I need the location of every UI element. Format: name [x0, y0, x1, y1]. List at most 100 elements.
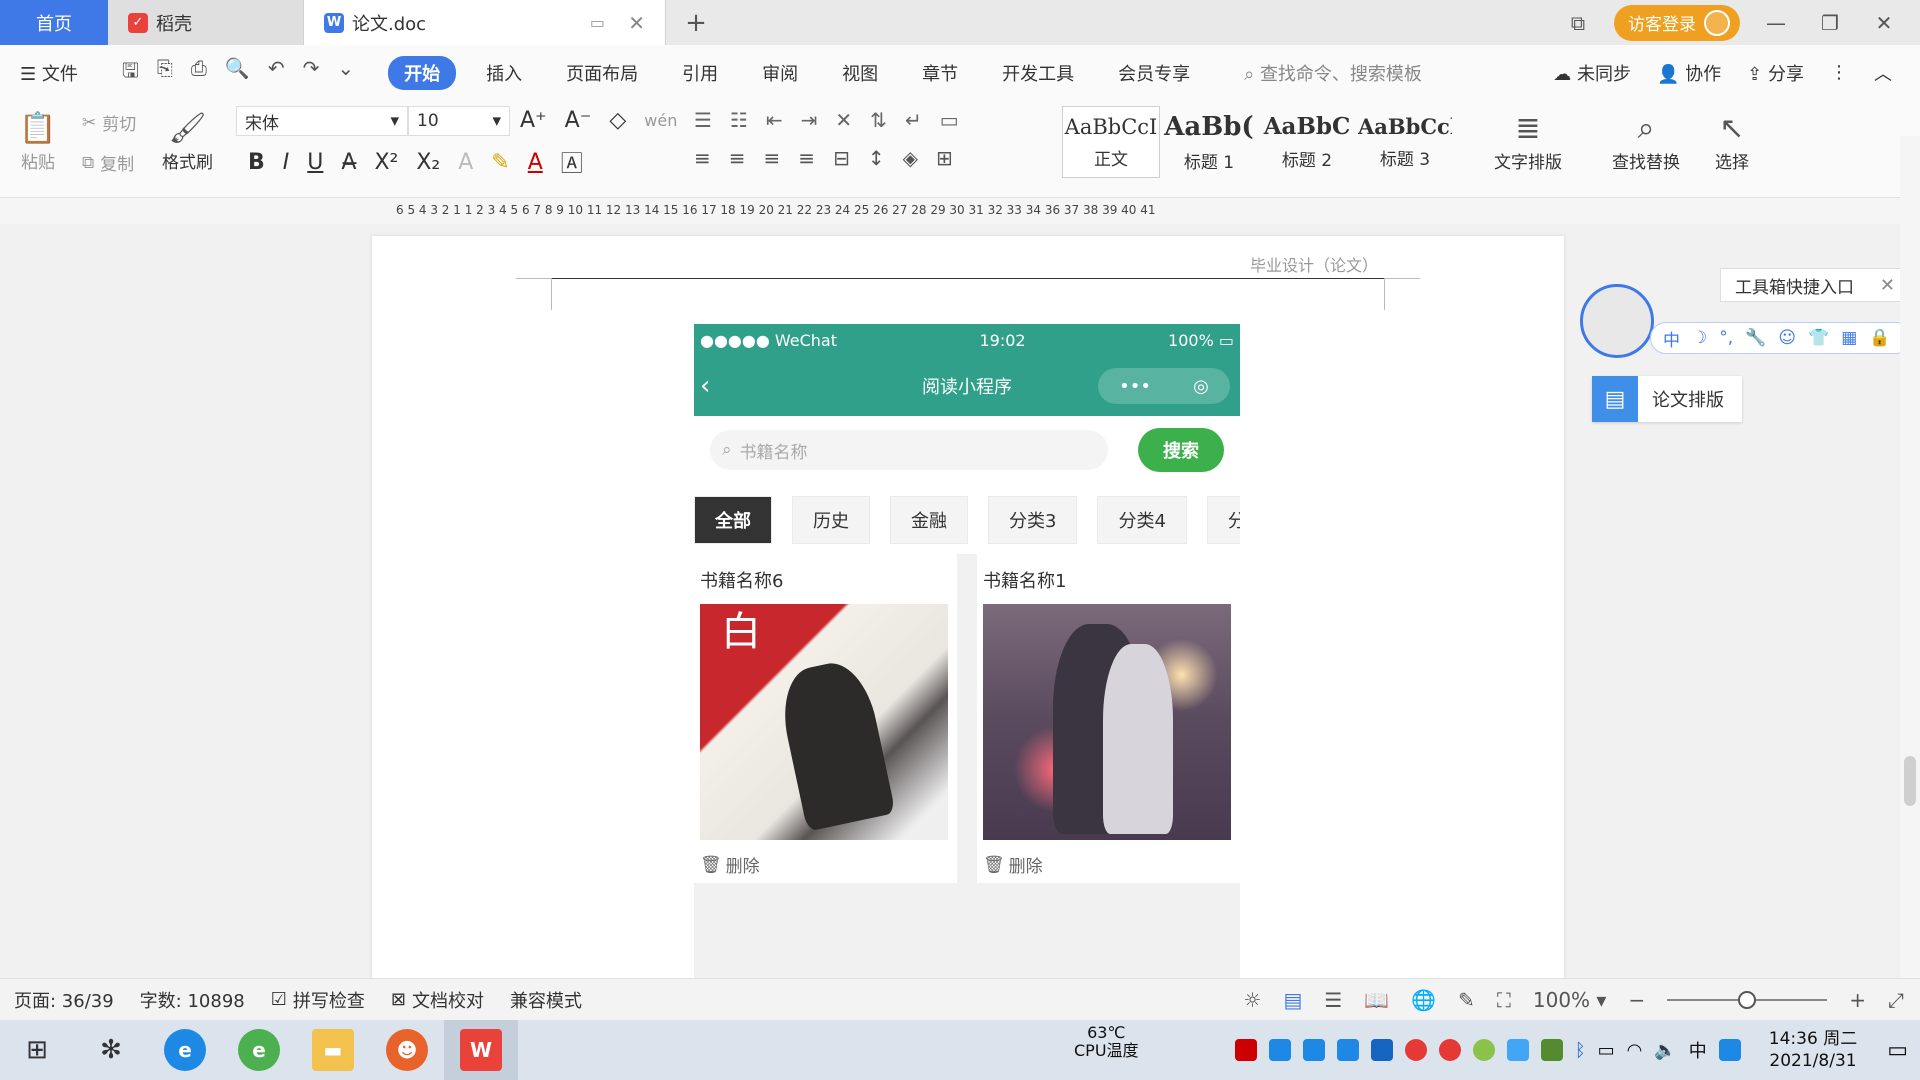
- paper-layout-button[interactable]: ▤ 论文排版: [1592, 376, 1742, 422]
- zoom-in-icon[interactable]: +: [1849, 988, 1866, 1012]
- zoom-slider[interactable]: [1667, 990, 1828, 1009]
- taskbar-wps[interactable]: W: [444, 1020, 518, 1080]
- borders-icon[interactable]: ⊞: [936, 146, 953, 170]
- qq-icon[interactable]: [1404, 1039, 1427, 1061]
- style-heading-2[interactable]: AaBbC 标题 2: [1258, 106, 1356, 178]
- clock[interactable]: 14:36 周二 2021/8/31: [1769, 1028, 1857, 1072]
- new-tab-button[interactable]: +: [666, 0, 726, 45]
- tray-app-icon[interactable]: [1472, 1039, 1495, 1061]
- wifi-icon[interactable]: ◠: [1627, 1040, 1643, 1061]
- assistant-avatar[interactable]: [1580, 284, 1654, 358]
- copy-button[interactable]: ⧉ 复制: [82, 150, 134, 176]
- tray-app-icon[interactable]: [1336, 1039, 1359, 1061]
- guest-login-button[interactable]: 访客登录: [1614, 4, 1740, 41]
- battery-icon[interactable]: ▭: [1598, 1040, 1615, 1061]
- menu-dev-tools[interactable]: 开发工具: [1002, 60, 1074, 86]
- print-preview-icon[interactable]: 🔍: [225, 56, 250, 90]
- screen-icon[interactable]: ▭: [590, 13, 605, 32]
- style-normal[interactable]: AaBbCcI 正文: [1062, 106, 1160, 178]
- collapse-ribbon-icon[interactable]: ︿: [1874, 60, 1892, 86]
- decrease-indent-icon[interactable]: ⇤: [766, 108, 783, 132]
- distribute-icon[interactable]: ⊟: [833, 146, 850, 170]
- save-icon[interactable]: 🖫: [122, 56, 139, 90]
- numbered-list-icon[interactable]: ☷: [730, 108, 748, 132]
- grid-icon[interactable]: ▦: [1841, 328, 1857, 348]
- fullscreen-icon[interactable]: ⤢: [1888, 988, 1904, 1012]
- more-options-icon[interactable]: ⋮: [1830, 62, 1848, 83]
- redo-icon[interactable]: ↷: [303, 56, 320, 90]
- text-effect-icon[interactable]: A: [458, 150, 473, 175]
- print-icon[interactable]: ⎙: [191, 56, 207, 90]
- align-left-icon[interactable]: ≡: [694, 146, 711, 170]
- cut-button[interactable]: ✂ 剪切: [82, 110, 136, 136]
- tab-document[interactable]: W 论文.doc ▭ ✕: [304, 0, 666, 45]
- line-spacing-icon[interactable]: ↕: [868, 146, 885, 170]
- highlight-icon[interactable]: ✎: [491, 150, 509, 175]
- format-painter-button[interactable]: 🖌 格式刷: [162, 108, 213, 174]
- word-count[interactable]: 字数: 10898: [140, 987, 245, 1013]
- char-border-icon[interactable]: 🄰: [561, 146, 583, 178]
- lock-icon[interactable]: 🔒: [1869, 328, 1890, 348]
- moon-icon[interactable]: ☽: [1692, 328, 1707, 348]
- sort-icon[interactable]: ⇅: [870, 108, 887, 132]
- style-heading-1[interactable]: AaBb( 标题 1: [1160, 106, 1258, 178]
- reading-view-icon[interactable]: 📖: [1364, 988, 1389, 1012]
- volume-icon[interactable]: 🔈: [1654, 1040, 1676, 1061]
- justify-icon[interactable]: ≡: [798, 146, 815, 170]
- chinese-layout-icon[interactable]: ✕: [835, 108, 852, 132]
- increase-indent-icon[interactable]: ⇥: [801, 108, 818, 132]
- file-menu[interactable]: ☰ 文件: [20, 60, 78, 86]
- show-marks-icon[interactable]: ↵: [905, 108, 922, 132]
- menu-vip[interactable]: 会员专享: [1118, 60, 1190, 86]
- zoom-level[interactable]: 100% ▾: [1533, 988, 1607, 1012]
- eye-protect-icon[interactable]: ☼: [1244, 988, 1262, 1012]
- align-right-icon[interactable]: ≡: [764, 146, 781, 170]
- web-view-icon[interactable]: 🌐: [1411, 988, 1436, 1012]
- nvidia-icon[interactable]: [1540, 1039, 1563, 1061]
- text-layout-button[interactable]: ≣ 文字排版: [1494, 108, 1562, 174]
- grow-font-icon[interactable]: A⁺: [520, 108, 547, 133]
- ime-language[interactable]: 中: [1663, 326, 1680, 351]
- font-name-select[interactable]: 宋体 ▾: [236, 106, 408, 136]
- bluetooth-icon[interactable]: ᛒ: [1575, 1040, 1586, 1061]
- format-icon[interactable]: ⎘: [157, 56, 173, 90]
- tray-app-icon[interactable]: [1718, 1039, 1741, 1061]
- start-button[interactable]: ⊞: [0, 1020, 74, 1080]
- font-size-select[interactable]: 10 ▾: [408, 106, 510, 136]
- undo-icon[interactable]: ↶: [268, 56, 285, 90]
- doc-proof-button[interactable]: ⊠ 文档校对: [391, 987, 484, 1013]
- more-icon[interactable]: ⌄: [337, 56, 354, 90]
- menu-page-layout[interactable]: 页面布局: [566, 60, 638, 86]
- qq-icon[interactable]: [1438, 1039, 1461, 1061]
- menu-chapter[interactable]: 章节: [922, 60, 958, 86]
- wrench-icon[interactable]: 🔧: [1745, 328, 1766, 348]
- italic-icon[interactable]: I: [283, 150, 290, 175]
- fit-page-icon[interactable]: ⛶: [1497, 988, 1511, 1012]
- page-view-icon[interactable]: ▤: [1283, 988, 1302, 1012]
- clear-format-icon[interactable]: ◇: [609, 108, 626, 133]
- menu-view[interactable]: 视图: [842, 60, 878, 86]
- strikethrough-icon[interactable]: A̶: [341, 150, 356, 175]
- scrollbar-thumb[interactable]: [1904, 756, 1916, 806]
- menu-start[interactable]: 开始: [388, 55, 457, 90]
- taskbar-app-orange[interactable]: ☻: [370, 1020, 444, 1080]
- tray-app-icon[interactable]: [1302, 1039, 1325, 1061]
- menu-review[interactable]: 审阅: [762, 60, 798, 86]
- emoji-icon[interactable]: ☺: [1778, 328, 1796, 348]
- underline-icon[interactable]: U: [307, 150, 323, 175]
- tray-app-icon[interactable]: [1506, 1039, 1529, 1061]
- find-replace-button[interactable]: ⌕ 查找替换: [1612, 108, 1680, 174]
- horizontal-ruler[interactable]: 6 5 4 3 2 1 1 2 3 4 5 6 7 8 9 10 11 12 1…: [0, 198, 1920, 224]
- shading-icon[interactable]: ◈: [903, 146, 918, 170]
- share-button[interactable]: ⇪ 分享: [1747, 60, 1804, 86]
- close-tab-icon[interactable]: ✕: [628, 11, 645, 35]
- minimize-icon[interactable]: —: [1758, 11, 1794, 35]
- spell-check-button[interactable]: ☑ 拼写检查: [271, 987, 365, 1013]
- font-color-icon[interactable]: A: [528, 150, 543, 175]
- punctuation-icon[interactable]: °,: [1719, 328, 1733, 348]
- close-window-icon[interactable]: ✕: [1866, 11, 1902, 35]
- ime-toolbar[interactable]: 中 ☽ °, 🔧 ☺ 👕 ▦ 🔒: [1650, 322, 1912, 354]
- close-icon[interactable]: ✕: [1880, 275, 1895, 296]
- pen-icon[interactable]: ✎: [1458, 988, 1475, 1012]
- tab-daoke[interactable]: ✓ 稻壳: [108, 0, 304, 45]
